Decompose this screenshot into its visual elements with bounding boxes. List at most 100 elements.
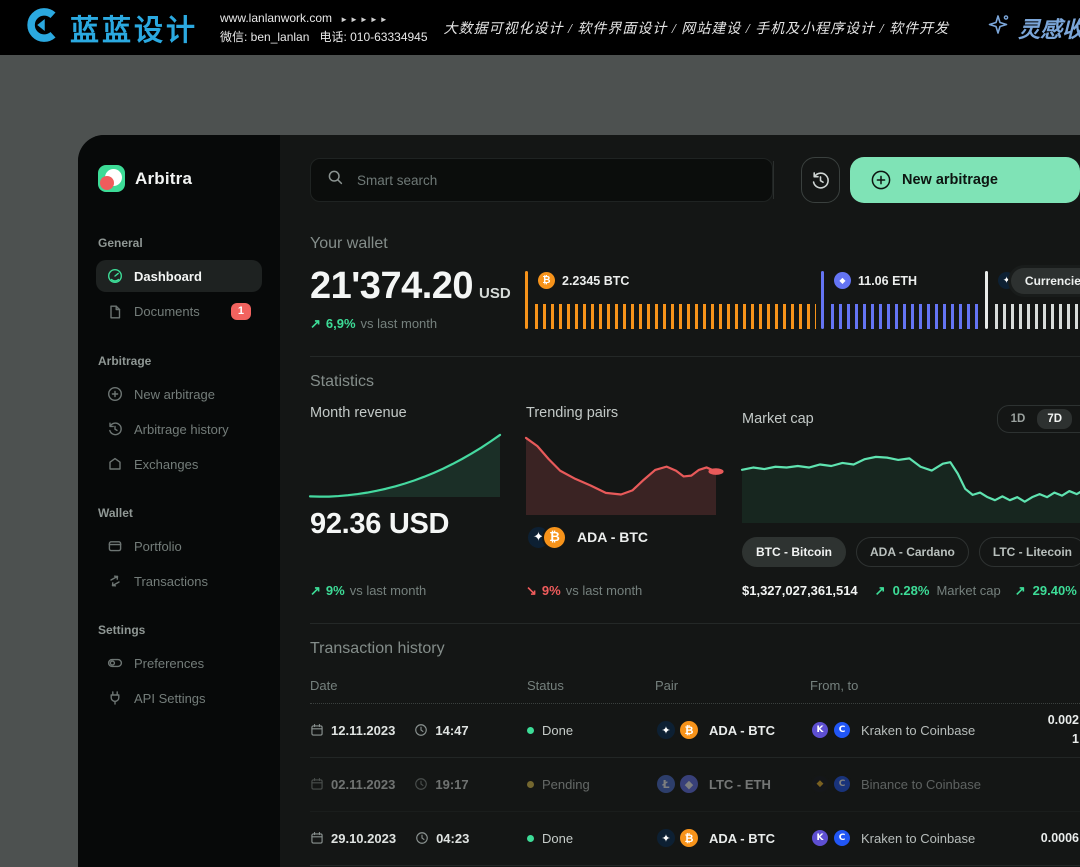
plus-circle-icon [107, 386, 123, 402]
wallet-segment-eth[interactable]: ◆11.06 ETH [821, 271, 985, 329]
arrows-decoration: ►►►►► [340, 15, 390, 24]
toggle-icon [107, 655, 123, 671]
exchange-house-icon [107, 456, 123, 472]
statistics-title: Statistics [310, 373, 1080, 391]
kraken-icon: K [810, 828, 830, 848]
search-bar[interactable] [310, 158, 773, 202]
topbar-divider [773, 161, 774, 199]
search-input[interactable] [355, 172, 756, 189]
status-dot-done [527, 835, 534, 842]
wallet-segment-btc[interactable]: ₿2.2345 BTC [525, 271, 821, 329]
transaction-history-title: Transaction history [310, 640, 1080, 658]
btc-coin-icon: ₿ [678, 827, 700, 849]
range-1d[interactable]: 1D [1001, 409, 1036, 429]
app-name: Arbitra [135, 169, 192, 189]
plus-circle-icon [870, 169, 892, 191]
trend-down-icon: ↘ [526, 583, 537, 599]
arbitra-app-window: Arbitra General Dashboard Documents 1 Ar… [78, 135, 1080, 867]
nav-section-settings: Settings [98, 623, 260, 637]
sidebar-item-documents[interactable]: Documents 1 [96, 295, 262, 328]
toggle-currencies[interactable]: Currencies [1011, 268, 1080, 294]
clock-icon [414, 723, 428, 737]
wallet-title: Your wallet [310, 235, 1080, 253]
market-cap-value: $1,327,027,361,514 [742, 583, 858, 598]
month-revenue-chart [310, 433, 500, 497]
pill-ada-cardano[interactable]: ADA - Cardano [856, 537, 969, 567]
calendar-icon [310, 831, 324, 845]
app-logo[interactable]: Arbitra [98, 165, 262, 192]
main-content: New arbitrage Your wallet 21'374.20 USD ↗… [280, 135, 1080, 867]
col-status: Status [527, 678, 655, 693]
swap-arrows-icon [107, 573, 123, 589]
table-row[interactable]: 02.11.2023 19:17 Pending Ł ◆ LTC - ETH ◆… [310, 758, 1080, 812]
sidebar-item-dashboard[interactable]: Dashboard [96, 260, 262, 292]
eth-coin-icon: ◆ [834, 272, 851, 289]
nav-section-general: General [98, 236, 260, 250]
market-cap-label: Market cap [742, 411, 814, 427]
market-cap-card: Market cap 1D 7D 1M BTC - Bitcoin ADA - … [742, 405, 1080, 599]
eth-coin-icon: ◆ [678, 773, 700, 795]
table-header: Date Status Pair From, to [310, 672, 1080, 704]
pill-ltc-litecoin[interactable]: LTC - Litecoin [979, 537, 1080, 567]
eth-stripes [831, 304, 980, 329]
calendar-icon [310, 777, 324, 791]
sidebar-item-arbitrage-history[interactable]: Arbitrage history [96, 413, 262, 445]
sidebar-item-api-settings[interactable]: API Settings [96, 682, 262, 714]
sidebar-item-new-arbitrage[interactable]: New arbitrage [96, 378, 262, 410]
col-date: Date [310, 678, 527, 693]
range-7d[interactable]: 7D [1037, 409, 1072, 429]
status-text: Pending [542, 777, 590, 792]
table-row[interactable]: 12.11.2023 14:47 Done ✦ ₿ ADA - BTC K C … [310, 704, 1080, 758]
trend-up-icon: ↗ [310, 316, 321, 332]
market-cap-stats: $1,327,027,361,514 ↗ 0.28% Market cap ↗ … [742, 583, 1080, 599]
col-pair: Pair [655, 678, 810, 693]
document-icon [107, 304, 123, 320]
btc-stripes [535, 304, 816, 329]
sparkle-star-icon [987, 13, 1011, 43]
trending-pair-name: ADA - BTC [577, 529, 648, 545]
services-nav[interactable]: 大数据可视化设计 / 软件界面设计 / 网站建设 / 手机及小程序设计 / 软件… [444, 18, 950, 38]
clock-icon [415, 831, 429, 845]
coinbase-icon: C [832, 774, 852, 794]
range-1m[interactable]: 1M [1074, 409, 1080, 429]
coinbase-icon: C [832, 828, 852, 848]
wallet-view-toggle: Currencies Exchanges [1008, 265, 1080, 297]
sidebar-item-transactions[interactable]: Transactions [96, 565, 262, 597]
inspiration-collect-button[interactable]: 灵感收集 [987, 12, 1080, 44]
wallet-amount: 21'374.20 [310, 265, 473, 307]
wallet-currency: USD [479, 285, 511, 302]
pill-btc-bitcoin[interactable]: BTC - Bitcoin [742, 537, 846, 567]
sidebar-item-preferences[interactable]: Preferences [96, 647, 262, 679]
site-url[interactable]: www.lanlanwork.com [220, 11, 332, 25]
status-text: Done [542, 723, 573, 738]
status-dot-done [527, 727, 534, 734]
status-dot-pending [527, 781, 534, 788]
amount-cell: 0.002 1 [1000, 711, 1080, 750]
kraken-icon: K [810, 720, 830, 740]
search-icon [327, 169, 344, 191]
clock-icon [414, 777, 428, 791]
segment-marker [525, 271, 528, 329]
topbar: New arbitrage [310, 157, 1080, 203]
col-from-to: From, to [810, 678, 1000, 693]
month-revenue-value: 92.36 USD [310, 508, 500, 541]
segment-marker [985, 271, 988, 329]
history-button[interactable] [801, 157, 840, 203]
trending-pairs-card: Trending pairs ✦ ₿ ADA - BTC ↘ 9% vs las… [526, 405, 716, 599]
new-arbitrage-button[interactable]: New arbitrage [850, 157, 1080, 203]
trend-up-icon: ↗ [1015, 583, 1026, 599]
sidebar-item-exchanges[interactable]: Exchanges [96, 448, 262, 480]
coin-pills: BTC - Bitcoin ADA - Cardano LTC - Liteco… [742, 537, 1080, 567]
table-row[interactable]: 29.10.2023 04:23 Done ✦ ₿ ADA - BTC K C … [310, 812, 1080, 866]
wallet-balance: 21'374.20USD ↗ 6,9% vs last month [310, 267, 525, 332]
sidebar: Arbitra General Dashboard Documents 1 Ar… [78, 135, 280, 867]
lanlan-logo-icon [26, 7, 62, 48]
trend-up-icon: ↗ [310, 583, 321, 599]
month-revenue-label: Month revenue [310, 405, 407, 421]
range-toggle: 1D 7D 1M [997, 405, 1080, 433]
market-cap-chart [742, 447, 1080, 523]
btc-coin-icon: ₿ [542, 525, 567, 550]
lanlan-brand[interactable]: 蓝蓝设计 [26, 7, 198, 49]
sidebar-item-portfolio[interactable]: Portfolio [96, 530, 262, 562]
nav-section-wallet: Wallet [98, 506, 260, 520]
